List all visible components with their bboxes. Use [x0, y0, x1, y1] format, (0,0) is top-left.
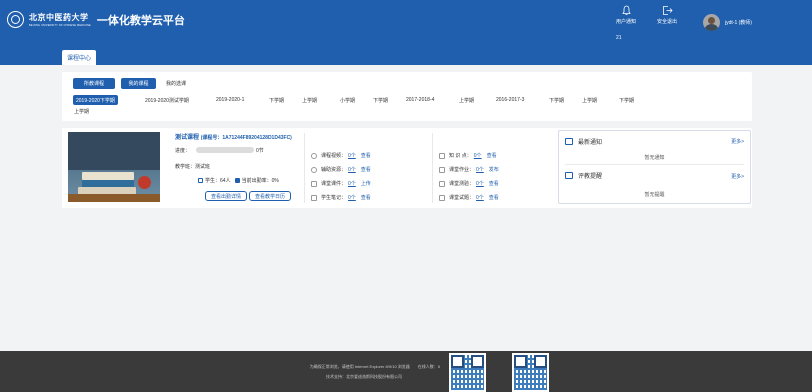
term-filter-item[interactable]: 2016-2017-3 [496, 95, 524, 105]
bell-icon [621, 5, 631, 15]
university-name-en: BEIJING UNIVERSITY OF CHINESE MEDICINE [29, 24, 91, 27]
progress-label: 进度： [175, 148, 191, 154]
university-logo[interactable]: 北京中医药大学 BEIJING UNIVERSITY OF CHINESE ME… [7, 11, 185, 28]
course-title[interactable]: 测试课程 (课程号：1A71244F89204128D1D43FC) [175, 132, 292, 141]
user-avatar[interactable] [703, 14, 720, 31]
course-stats: 学生：64人 当前出勤率：0% [198, 177, 279, 184]
courseware-icon [311, 180, 317, 187]
term-filter-item[interactable]: 下学期 [619, 95, 634, 105]
notification-label: 用户通知 [616, 19, 637, 25]
news-more-link[interactable]: 更多> [731, 138, 744, 145]
term-filter-item[interactable]: 2019-2020-1 [216, 95, 244, 105]
students-count: 学生：64人 [205, 178, 231, 184]
term-filter-item[interactable]: 下学期 [549, 95, 564, 105]
tab-course-center[interactable]: 课程中心 [62, 50, 96, 65]
qr-code-image [449, 353, 486, 392]
term-filter-item[interactable]: 小学期 [340, 95, 355, 105]
progress-value: 0节 [256, 148, 264, 154]
class-label: 教学班：测试班 [175, 164, 211, 170]
username[interactable]: jydt-1 (教师) [725, 19, 752, 26]
resource-exam: 课堂试题： 0个 查看 [439, 194, 499, 201]
side-notice-panel: 最新通知 更多> 暂无通知 评教提醒 更多> 暂无提醒 [558, 130, 751, 204]
my-selected-courses-button[interactable]: 我的选课 [160, 78, 192, 89]
news-empty: 暂无通知 [644, 155, 665, 161]
video-icon [311, 152, 317, 159]
notification-count: 21 [616, 35, 622, 41]
term-filter-item[interactable]: 上学期 [582, 95, 597, 105]
attendance-detail-button[interactable]: 查看出勤详情 [205, 191, 247, 201]
term-filter-item[interactable]: 下学期 [269, 95, 284, 105]
term-filter-item[interactable]: 下学期 [373, 95, 388, 105]
evaluation-icon [565, 172, 573, 179]
logout-icon [662, 6, 673, 15]
term-filter-item[interactable]: 2019-2020测试学期 [145, 95, 189, 105]
megaphone-icon [565, 138, 573, 145]
knowledge-icon [439, 152, 445, 159]
qr-code-image [512, 353, 549, 392]
eval-empty: 暂无提醒 [644, 192, 665, 198]
notes-icon [311, 194, 317, 201]
homework-icon [439, 166, 445, 173]
progress-bar [196, 147, 254, 153]
logout-label: 安全退出 [656, 19, 677, 25]
course-code: (课程号：1A71244F89204128D1D43FC) [200, 135, 292, 141]
term-filter-item[interactable]: 上学期 [459, 95, 474, 105]
resource-aux: 辅助资源： 0个 查看 [311, 166, 371, 173]
eval-header: 评教提醒 [565, 171, 602, 180]
eval-more-link[interactable]: 更多> [731, 173, 744, 180]
my-courses-button[interactable]: 我的课程 [121, 78, 156, 89]
all-courses-button[interactable]: 所教课程 [73, 78, 115, 89]
exam-icon [439, 194, 445, 201]
resource-student-notes: 学生笔记： 0个 查看 [311, 194, 371, 201]
attendance-rate: 当前出勤率：0% [241, 178, 279, 184]
resource-courseware: 课堂课件： 0个 上传 [311, 180, 371, 187]
footer-support: 技术支持：北京爱迪洛斯科技股份有限公司 [326, 374, 402, 379]
apple-icon [138, 176, 151, 189]
eval-title: 评教提醒 [578, 174, 603, 180]
footer-browser-note: 为确保正常浏览，请使用 Internet Explorer 8/9/10 浏览器… [309, 364, 440, 369]
news-header: 最新通知 [565, 137, 602, 146]
resource-knowledge-points: 知 识 点： 0个 查看 [439, 152, 497, 159]
university-seal-icon [7, 11, 24, 28]
term-filter-item[interactable]: 2017-2018-4 [406, 95, 434, 105]
course-filter-panel: 所教课程 我的课程 我的选课 2019-2020下学期 2019-2020测试学… [62, 72, 752, 121]
resource-icon [311, 166, 317, 173]
term-filter-item[interactable]: 上学期 [74, 108, 89, 115]
news-title: 最新通知 [578, 140, 603, 146]
term-filter-item[interactable]: 2019-2020下学期 [73, 95, 118, 105]
attendance-icon [234, 178, 240, 183]
page-footer: 为确保正常浏览，请使用 Internet Explorer 8/9/10 浏览器… [0, 351, 812, 392]
university-name: 北京中医药大学 [29, 12, 89, 22]
logout-button[interactable]: 安全退出 [655, 5, 679, 25]
resource-quiz: 课堂测验： 0个 查看 [439, 180, 499, 187]
teaching-calendar-button[interactable]: 查看教学日历 [249, 191, 291, 201]
platform-title: 一体化教学云平台 [96, 14, 185, 27]
course-thumbnail[interactable] [68, 132, 160, 202]
top-header: 北京中医药大学 BEIJING UNIVERSITY OF CHINESE ME… [0, 0, 812, 65]
notification-button[interactable]: 用户通知 [616, 5, 636, 25]
students-icon [198, 178, 203, 183]
resource-course-video: 课程视频： 0个 查看 [311, 152, 371, 159]
resource-homework: 课堂作业： 0个 发布 [439, 166, 499, 173]
quiz-icon [439, 180, 445, 187]
term-filter-item[interactable]: 上学期 [302, 95, 317, 105]
